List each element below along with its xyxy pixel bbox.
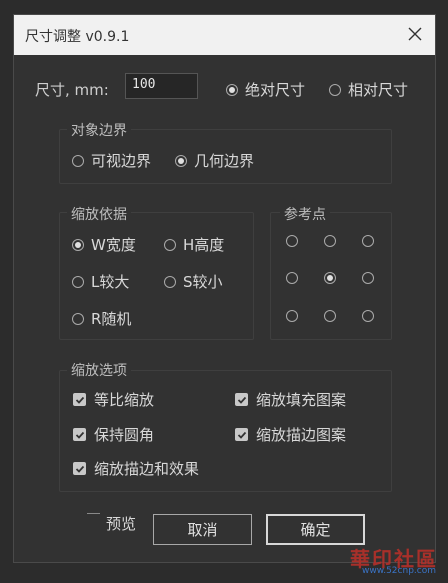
scale-strokes-effects-label: 缩放描边和效果: [94, 460, 200, 478]
cancel-button[interactable]: 取消: [153, 514, 252, 545]
scale-options-group-title: 缩放选项: [67, 360, 131, 380]
radio-indicator: [362, 235, 374, 247]
radio-indicator: [362, 310, 374, 322]
mode-relative-label: 相对尺寸: [348, 81, 409, 99]
basis-larger-radio[interactable]: L较大: [72, 271, 129, 292]
radio-indicator: [324, 272, 336, 284]
scale-fill-pattern-checkbox[interactable]: 缩放填充图案: [235, 389, 346, 410]
scale-stroke-pattern-checkbox[interactable]: 缩放描边图案: [235, 424, 346, 445]
watermark-logo: 華印社區 www.52cnp.com: [324, 541, 444, 581]
basis-width-radio[interactable]: W宽度: [72, 234, 136, 255]
title-bar: 尺寸调整 v0.9.1: [14, 15, 435, 55]
radio-indicator: [362, 272, 374, 284]
keep-corners-label: 保持圆角: [94, 426, 155, 444]
basis-height-label: H高度: [183, 236, 225, 254]
reference-point-2[interactable]: [324, 235, 336, 247]
uniform-scale-label: 等比缩放: [94, 391, 155, 409]
uniform-scale-checkbox[interactable]: 等比缩放: [73, 389, 154, 410]
mode-relative-radio[interactable]: 相对尺寸: [329, 79, 408, 100]
basis-smaller-radio[interactable]: S较小: [164, 271, 223, 292]
preview-label: 预览: [106, 515, 137, 533]
resize-dialog: 尺寸调整 v0.9.1 尺寸, mm: 100 绝对尺寸 相对尺寸 对象边界 可…: [13, 14, 436, 563]
check-icon: [235, 393, 248, 406]
bounds-group-title: 对象边界: [67, 120, 131, 140]
watermark-url: www.52cnp.com: [361, 566, 436, 576]
reference-point-group-title: 参考点: [280, 204, 330, 224]
check-icon: [73, 462, 86, 475]
check-icon: [73, 428, 86, 441]
basis-random-radio[interactable]: R随机: [72, 308, 131, 329]
basis-smaller-label: S较小: [183, 273, 223, 291]
radio-indicator: [329, 83, 341, 96]
basis-larger-label: L较大: [91, 273, 130, 291]
scale-basis-group-title: 缩放依据: [67, 204, 131, 224]
scale-strokes-effects-checkbox[interactable]: 缩放描边和效果: [73, 458, 199, 479]
basis-height-radio[interactable]: H高度: [164, 234, 224, 255]
radio-indicator: [226, 83, 238, 96]
radio-indicator: [286, 272, 298, 284]
bounds-visual-label: 可视边界: [91, 152, 152, 170]
reference-point-9[interactable]: [362, 310, 374, 322]
radio-indicator: [286, 310, 298, 322]
scale-fill-pattern-label: 缩放填充图案: [256, 391, 347, 409]
bounds-geometric-radio[interactable]: 几何边界: [175, 150, 254, 171]
basis-width-label: W宽度: [91, 236, 136, 254]
basis-random-label: R随机: [91, 310, 132, 328]
scale-stroke-pattern-label: 缩放描边图案: [256, 426, 347, 444]
preview-checkbox[interactable]: 预览: [87, 512, 137, 534]
reference-point-8[interactable]: [324, 310, 336, 322]
radio-indicator: [286, 235, 298, 247]
close-icon[interactable]: [405, 24, 425, 44]
preview-box: [87, 512, 100, 526]
radio-indicator: [72, 312, 84, 325]
reference-point-3[interactable]: [362, 235, 374, 247]
reference-point-6[interactable]: [362, 272, 374, 284]
radio-indicator: [175, 154, 187, 167]
check-icon: [235, 428, 248, 441]
reference-point-4[interactable]: [286, 272, 298, 284]
size-input[interactable]: 100: [125, 73, 198, 99]
radio-indicator: [72, 154, 84, 167]
radio-indicator: [164, 238, 176, 251]
bounds-visual-radio[interactable]: 可视边界: [72, 150, 151, 171]
radio-indicator: [324, 310, 336, 322]
check-icon: [73, 393, 86, 406]
radio-indicator: [324, 235, 336, 247]
reference-point-5[interactable]: [324, 272, 336, 284]
radio-indicator: [72, 238, 84, 251]
radio-indicator: [164, 275, 176, 288]
bounds-geometric-label: 几何边界: [194, 152, 255, 170]
size-label: 尺寸, mm:: [35, 81, 109, 99]
reference-point-7[interactable]: [286, 310, 298, 322]
mode-absolute-radio[interactable]: 绝对尺寸: [226, 79, 305, 100]
dialog-title: 尺寸调整 v0.9.1: [25, 29, 130, 45]
keep-corners-checkbox[interactable]: 保持圆角: [73, 424, 154, 445]
reference-point-1[interactable]: [286, 235, 298, 247]
radio-indicator: [72, 275, 84, 288]
mode-absolute-label: 绝对尺寸: [245, 81, 306, 99]
